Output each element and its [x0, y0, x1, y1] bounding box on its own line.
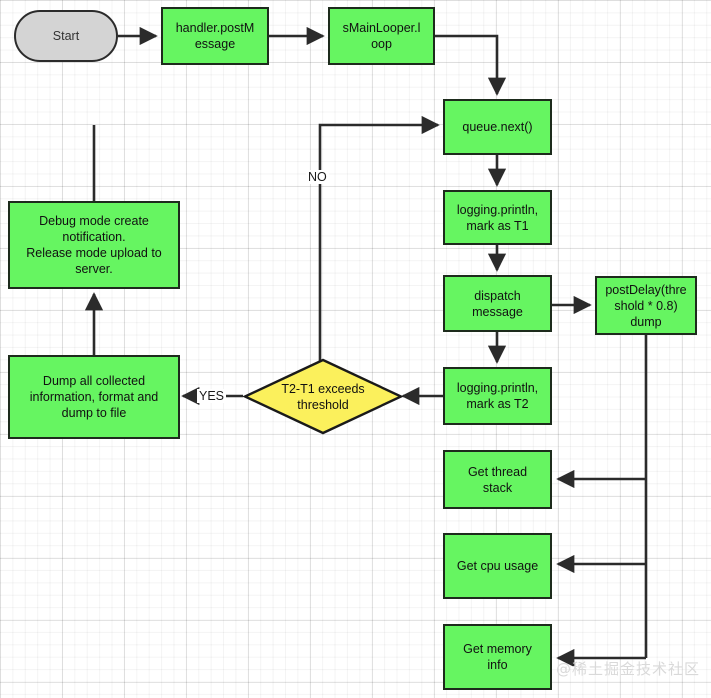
watermark: @稀土掘金技术社区: [556, 658, 700, 679]
node-logging-mark-t2-label: logging.println, mark as T2: [456, 381, 539, 411]
node-handler-post-message-label: handler.postM essage: [175, 21, 255, 51]
edge-label-yes: YES: [197, 389, 227, 403]
node-get-cpu-usage[interactable]: Get cpu usage: [443, 533, 552, 599]
node-start[interactable]: Start: [14, 10, 118, 62]
edge-decision-no-to-queue-next: [318, 115, 440, 365]
node-logging-mark-t1-label: logging.println, mark as T1: [456, 202, 539, 233]
edge-main-looper-to-queue-next: [435, 34, 507, 96]
flowchart-edges: [84, 26, 648, 668]
edge-label-no-text: NO: [308, 170, 327, 184]
node-get-thread-stack[interactable]: Get thread stack: [443, 450, 552, 509]
node-decision-threshold[interactable]: T2-T1 exceeds threshold: [243, 358, 403, 435]
watermark-text: @稀土掘金技术社区: [556, 660, 701, 678]
node-get-cpu-usage-label: Get cpu usage: [456, 559, 539, 573]
node-dispatch-message-label: dispatch message: [472, 288, 523, 319]
node-get-thread-stack-label: Get thread stack: [467, 464, 528, 495]
node-dump-to-file-label: Dump all collected information, format a…: [29, 374, 159, 420]
node-queue-next[interactable]: queue.next(): [443, 99, 552, 155]
node-logging-mark-t1[interactable]: logging.println, mark as T1: [443, 190, 552, 245]
node-get-memory-info[interactable]: Get memory info: [443, 624, 552, 690]
node-smainlooper-loop[interactable]: sMainLooper.l oop: [328, 7, 435, 65]
node-notify-or-upload[interactable]: Debug mode create notification. Release …: [8, 201, 180, 289]
node-smainlooper-loop-label: sMainLooper.l oop: [342, 21, 421, 51]
node-post-delay-dump-label: postDelay(thre shold * 0.8) dump: [605, 282, 687, 329]
edge-label-yes-text: YES: [199, 389, 225, 403]
node-dispatch-message[interactable]: dispatch message: [443, 275, 552, 332]
node-notify-or-upload-label: Debug mode create notification. Release …: [26, 214, 162, 276]
node-dump-to-file[interactable]: Dump all collected information, format a…: [8, 355, 180, 439]
node-start-label: Start: [52, 29, 80, 43]
flowchart-canvas: Start handler.postM essage sMainLooper.l…: [0, 0, 711, 698]
node-post-delay-dump[interactable]: postDelay(thre shold * 0.8) dump: [595, 276, 697, 335]
node-get-memory-info-label: Get memory info: [463, 642, 532, 672]
node-decision-threshold-label: T2-T1 exceeds threshold: [281, 381, 365, 412]
node-logging-mark-t2[interactable]: logging.println, mark as T2: [443, 367, 552, 425]
edge-label-no: NO: [306, 170, 329, 184]
node-queue-next-label: queue.next(): [462, 120, 533, 134]
node-handler-post-message[interactable]: handler.postM essage: [161, 7, 269, 65]
